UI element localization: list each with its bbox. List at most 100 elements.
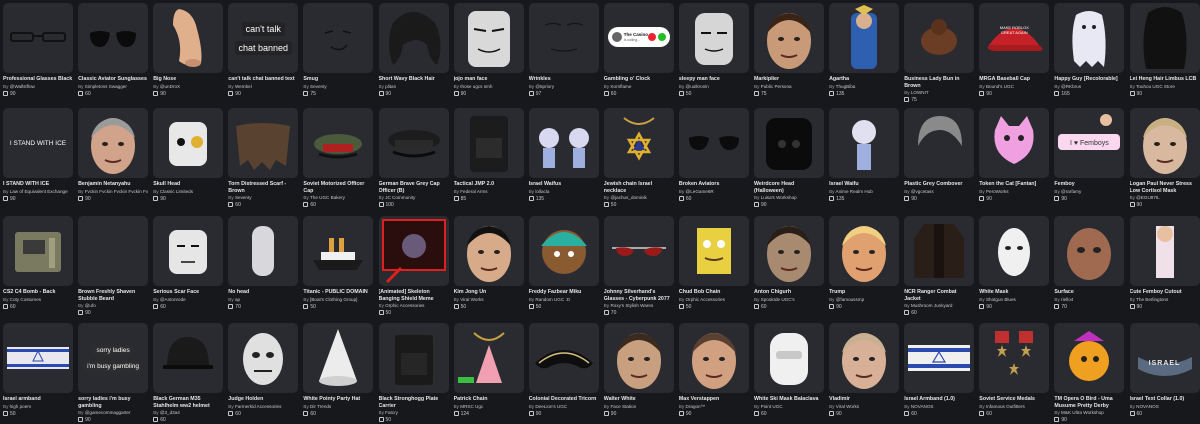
item-thumbnail[interactable]: I ♥ Femboys <box>1054 108 1125 178</box>
item-name[interactable]: Chud Bob Chain <box>679 289 749 296</box>
item-thumbnail[interactable] <box>378 216 449 286</box>
creator-name[interactable]: NOVANOS <box>911 404 934 409</box>
item-name[interactable]: White Ski Mask Balaclava <box>754 396 824 403</box>
catalog-item-card[interactable]: White Mask By Shotgun Blues 90 <box>979 216 1050 311</box>
catalog-item-card[interactable]: Titanic - PUBLIC DOMAIN By [Boat's Clothi… <box>303 216 374 311</box>
item-name[interactable]: sorry ladies i'm busy gambling <box>78 396 148 409</box>
item-creator[interactable]: By Simpletons Swagger <box>78 84 148 90</box>
item-creator[interactable]: By Classic Limiteds <box>153 189 223 195</box>
item-creator[interactable]: By Luisa's Workshop <box>754 195 824 201</box>
creator-name[interactable]: Seventy <box>235 195 252 200</box>
catalog-item-card[interactable]: Short Wavy Black Hair By plitan 90 <box>378 3 449 98</box>
creator-name[interactable]: ap <box>235 297 240 302</box>
item-thumbnail[interactable] <box>603 323 674 393</box>
item-thumbnail[interactable] <box>829 323 900 393</box>
creator-name[interactable]: Point UGC <box>761 404 783 409</box>
item-name[interactable]: TM Opera O Bird - Uma Musume Pretty Derb… <box>1054 396 1124 409</box>
item-creator[interactable]: By lollacla <box>529 189 599 195</box>
item-thumbnail[interactable] <box>678 108 749 178</box>
item-thumbnail[interactable] <box>754 3 824 73</box>
item-name[interactable]: Professional Glasses Black <box>3 76 73 83</box>
item-thumbnail[interactable] <box>378 3 449 73</box>
item-name[interactable]: Surface <box>1054 289 1124 296</box>
catalog-item-card[interactable]: Colonial Decorated Tricorn By DeeLion's U… <box>528 323 599 418</box>
item-name[interactable]: I STAND WITH ICE <box>3 181 73 188</box>
item-thumbnail[interactable] <box>829 108 900 178</box>
catalog-item-card[interactable]: sorry ladies i'm busy gambling sorry ladie… <box>78 323 149 424</box>
item-thumbnail[interactable] <box>754 323 824 393</box>
item-name[interactable]: Femboy <box>1054 181 1124 188</box>
creator-name[interactable]: Orphic Accessories <box>686 297 725 302</box>
item-name[interactable]: Happy Guy [Recolorable] <box>1054 76 1124 83</box>
creator-name[interactable]: Viral Works <box>460 297 483 302</box>
catalog-item-card[interactable]: Israel Waifus By lollacla 135 <box>528 108 599 203</box>
item-thumbnail[interactable] <box>3 216 73 286</box>
catalog-item-card[interactable]: MAKE ROBLOX GREAT AGAIN MRGA Baseball Cap B… <box>979 3 1050 98</box>
creator-name[interactable]: Luisa's Workshop <box>761 195 797 200</box>
item-creator[interactable]: By @Wallstflow <box>3 84 73 90</box>
creator-name[interactable]: high poem <box>10 404 31 409</box>
item-thumbnail[interactable] <box>904 216 975 286</box>
item-thumbnail[interactable] <box>754 108 824 178</box>
item-creator[interactable]: By Anime Realm Hub <box>829 189 899 195</box>
item-name[interactable]: German Brave Grey Cap Officer (B) <box>379 181 449 194</box>
item-thumbnail[interactable] <box>303 3 374 73</box>
catalog-item-card[interactable]: Classic Aviator Sunglasses By Simpletons … <box>78 3 149 98</box>
creator-name[interactable]: Classic Limiteds <box>160 189 193 194</box>
catalog-item-card[interactable]: can't talk chat banned can't talk chat ban… <box>228 3 299 98</box>
catalog-item-card[interactable]: Freddy Fazbear Miku By Random UGC :D 50 <box>528 216 599 311</box>
creator-name[interactable]: @famoussmp <box>836 297 864 302</box>
item-creator[interactable]: By Public Persona <box>754 84 824 90</box>
item-creator[interactable]: By Federal Arms <box>454 189 524 195</box>
creator-name[interactable]: The UGC Bakery <box>310 195 345 200</box>
item-name[interactable]: Wrinkles <box>529 76 599 83</box>
catalog-item-card[interactable]: jojo man face By those ugcs smh 90 <box>453 3 524 98</box>
item-thumbnail[interactable] <box>153 216 224 286</box>
creator-name[interactable]: M&K Ultra Workshop <box>1061 410 1104 415</box>
item-name[interactable]: Soviet Service Medals <box>979 396 1049 403</box>
catalog-item-card[interactable]: Walter White By Face Station 90 <box>603 323 674 418</box>
catalog-item-card[interactable]: [Animated] Skeleton Banging Shield Meme B… <box>378 216 449 317</box>
creator-name[interactable]: Dir Trends <box>310 404 331 409</box>
catalog-item-card[interactable]: Benjamin Netanyahu By Fvckin Fvckin Fvcki… <box>78 108 149 203</box>
catalog-item-card[interactable]: Vladimir By Viral Works 90 <box>829 323 900 418</box>
creator-name[interactable]: MRSC Ugc <box>460 404 483 409</box>
catalog-item-card[interactable]: Soviet Motorized Officer Cap By The UGC B… <box>303 108 374 209</box>
item-thumbnail[interactable] <box>603 108 674 178</box>
item-thumbnail[interactable] <box>829 216 900 286</box>
item-thumbnail[interactable] <box>528 108 599 178</box>
catalog-item-card[interactable]: Black German M35 Stahlhelm ww2 helmet By … <box>153 323 224 424</box>
item-name[interactable]: [Animated] Skeleton Banging Shield Meme <box>379 289 449 302</box>
item-thumbnail[interactable] <box>1054 323 1125 393</box>
item-name[interactable]: Tactical JMP 2.0 <box>454 181 524 188</box>
item-creator[interactable]: By Fvckin Fvckin Fvckin Fvckin Fvckin <box>78 189 148 195</box>
creator-name[interactable]: Seventy <box>310 84 327 89</box>
item-thumbnail[interactable] <box>904 108 975 178</box>
item-creator[interactable]: By @EGU87IL <box>1130 195 1200 201</box>
item-creator[interactable]: By Mushroom Junkyard <box>904 303 974 309</box>
item-name[interactable]: White Mask <box>979 289 1049 296</box>
item-name[interactable]: sleepy man face <box>679 76 749 83</box>
item-thumbnail[interactable] <box>78 3 149 73</box>
item-name[interactable]: Agartha <box>829 76 899 83</box>
catalog-item-card[interactable]: sleepy man face By @uulkronin 50 <box>678 3 749 98</box>
item-name[interactable]: Lei Heng Hair Limbus LCB <box>1130 76 1200 83</box>
creator-name[interactable]: @LeGame6R <box>686 189 714 194</box>
catalog-item-card[interactable]: Markiplier By Public Persona 75 <box>754 3 824 98</box>
item-name[interactable]: Plastic Grey Combover <box>904 181 974 188</box>
item-thumbnail[interactable] <box>378 108 449 178</box>
creator-name[interactable]: @3_d3a4 <box>160 410 180 415</box>
item-name[interactable]: Token the Cat [Fantan] <box>979 181 1049 188</box>
item-thumbnail[interactable] <box>453 323 524 393</box>
catalog-item-card[interactable]: German Brave Grey Cap Officer (B) By JC C… <box>378 108 449 209</box>
item-thumbnail[interactable] <box>1129 216 1200 286</box>
item-creator[interactable]: By Viral Works <box>829 404 899 410</box>
catalog-item-card[interactable]: Wrinkles By @5priory 97 <box>528 3 599 98</box>
item-creator[interactable]: By Random UGC :D <box>529 297 599 303</box>
creator-name[interactable]: Fvckin Fvckin Fvckin Fvckin Fvckin <box>85 189 148 194</box>
catalog-item-card[interactable]: Broken Aviators By @LeGame6R 60 <box>678 108 749 203</box>
creator-name[interactable]: @5priory <box>535 84 554 89</box>
item-creator[interactable]: By JC Community <box>379 195 449 201</box>
catalog-item-card[interactable]: Surface By riello4 70 <box>1054 216 1125 311</box>
catalog-item-card[interactable]: TM Opera O Bird - Uma Musume Pretty Derb… <box>1054 323 1125 424</box>
